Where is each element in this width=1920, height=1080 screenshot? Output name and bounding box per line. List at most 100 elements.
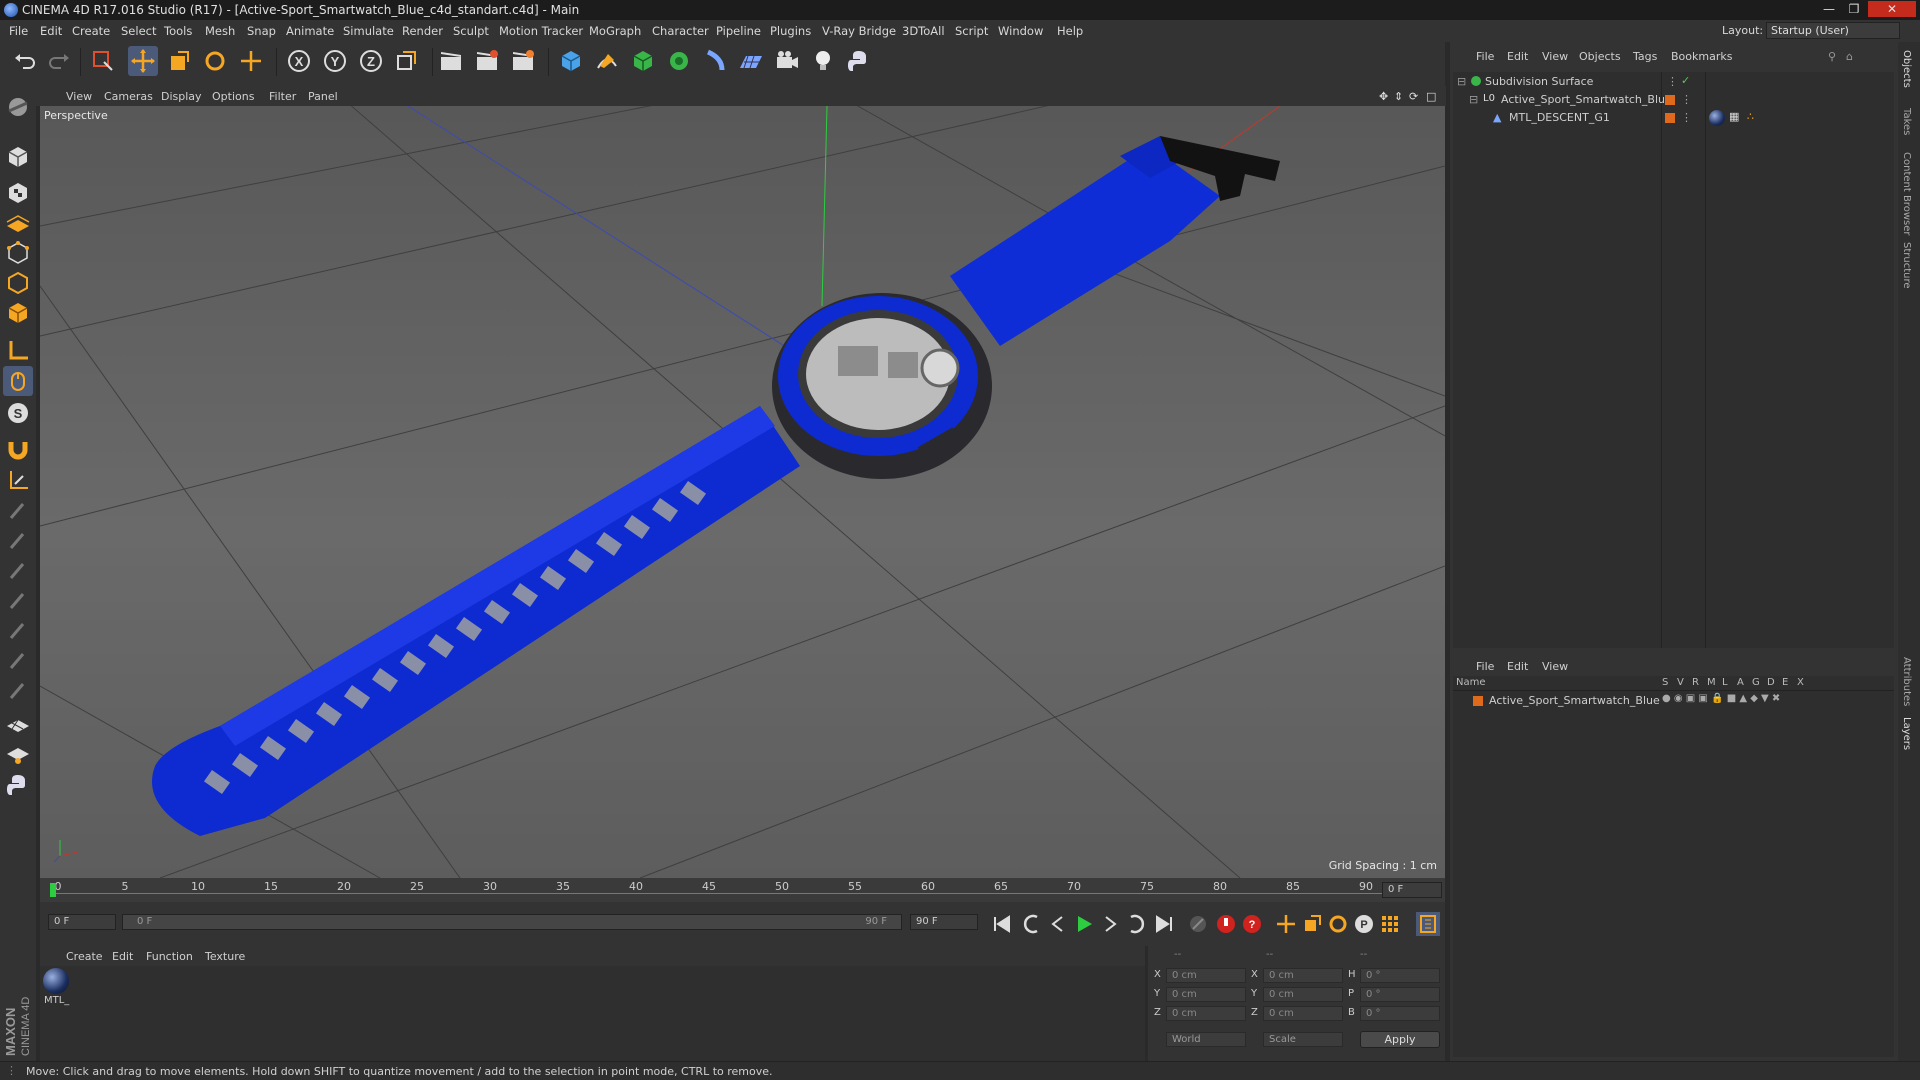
python-script-button[interactable]	[3, 770, 33, 800]
layer-menu-file[interactable]: File	[1476, 660, 1494, 673]
material-menu-edit[interactable]: Edit	[112, 950, 133, 963]
home-icon[interactable]: ⌂	[1846, 50, 1853, 63]
brush-tool-7[interactable]	[3, 676, 33, 706]
size-mode-select[interactable]: Scale	[1263, 1032, 1343, 1047]
render-view-button[interactable]	[436, 46, 466, 76]
viewport-rotate-icon[interactable]: ⟳	[1409, 90, 1418, 103]
material-menu-create[interactable]: Create	[66, 950, 103, 963]
floor-button[interactable]	[736, 46, 766, 76]
menu-create[interactable]: Create	[72, 24, 110, 38]
polygons-mode-button[interactable]	[3, 298, 33, 328]
menu-file[interactable]: File	[9, 24, 28, 38]
subdivision-surface-button[interactable]	[628, 46, 658, 76]
key-rotation-button[interactable]	[1326, 912, 1350, 936]
deformer-button[interactable]	[700, 46, 730, 76]
go-to-start-button[interactable]	[990, 912, 1014, 936]
brush-tool-6[interactable]	[3, 646, 33, 676]
layer-menu-edit[interactable]: Edit	[1507, 660, 1528, 673]
checkmark-icon[interactable]: ✓	[1681, 74, 1690, 87]
key-parameter-button[interactable]: P	[1352, 912, 1376, 936]
layer-color-icon[interactable]	[1473, 696, 1483, 706]
rotation-h-field[interactable]: 0 °	[1360, 968, 1440, 983]
start-frame-field[interactable]: 0 F	[48, 914, 116, 930]
brush-tool-4[interactable]	[3, 586, 33, 616]
record-button[interactable]	[1214, 912, 1238, 936]
object-menu-view[interactable]: View	[1542, 50, 1568, 63]
points-mode-button[interactable]	[3, 238, 33, 268]
menu-vray-bridge[interactable]: V-Ray Bridge	[822, 24, 896, 38]
menu-select[interactable]: Select	[121, 24, 156, 38]
menu-script[interactable]: Script	[955, 24, 988, 38]
axis-mode-button[interactable]	[3, 336, 33, 366]
minimize-icon[interactable]: —	[1818, 1, 1840, 17]
tab-objects[interactable]: Objects	[1901, 50, 1912, 88]
restore-icon[interactable]: ❐	[1843, 1, 1865, 17]
size-x-field[interactable]: 0 cm	[1263, 968, 1343, 983]
position-x-field[interactable]: 0 cm	[1166, 968, 1246, 983]
auto-key-button[interactable]: ?	[1240, 912, 1264, 936]
brush-tool-2[interactable]	[3, 526, 33, 556]
uvw-tag-icon[interactable]: ▦	[1729, 110, 1739, 123]
quantize-button[interactable]	[3, 466, 33, 496]
material-menu-function[interactable]: Function	[146, 950, 193, 963]
size-y-field[interactable]: 0 cm	[1263, 987, 1343, 1002]
menu-tools[interactable]: Tools	[164, 24, 192, 38]
rotate-button[interactable]	[200, 46, 230, 76]
menu-animate[interactable]: Animate	[286, 24, 334, 38]
menu-edit[interactable]: Edit	[40, 24, 62, 38]
viewport-menu-options[interactable]: Options	[212, 90, 254, 103]
layer-color-icon[interactable]	[1665, 113, 1675, 123]
tab-takes[interactable]: Takes	[1901, 108, 1912, 135]
object-menu-file[interactable]: File	[1476, 50, 1494, 63]
viewport-menu-cameras[interactable]: Cameras	[104, 90, 153, 103]
magnet-button[interactable]	[3, 434, 33, 464]
live-selection-button[interactable]	[88, 46, 118, 76]
size-z-field[interactable]: 0 cm	[1263, 1006, 1343, 1021]
layer-toggle-icons[interactable]: ● ◉ ▣ ▣ 🔒 ■ ▲ ◆ ▼ ✖	[1662, 693, 1780, 704]
transform-button[interactable]	[236, 46, 266, 76]
make-editable-button[interactable]	[3, 92, 33, 122]
viewport-menu-view[interactable]: View	[66, 90, 92, 103]
texture-mode-button[interactable]	[3, 178, 33, 208]
object-row[interactable]: ▲ MTL_DESCENT_G1 ⋮ ▦ ∴	[1453, 109, 1894, 127]
model-mode-button[interactable]	[3, 142, 33, 172]
next-frame-button[interactable]	[1098, 912, 1122, 936]
snap-button[interactable]: S	[3, 398, 33, 428]
rotation-b-field[interactable]: 0 °	[1360, 1006, 1440, 1021]
viewport-menu-filter[interactable]: Filter	[269, 90, 296, 103]
menu-window[interactable]: Window	[998, 24, 1043, 38]
object-menu-tags[interactable]: Tags	[1633, 50, 1657, 63]
menu-3dtoall[interactable]: 3DToAll	[902, 24, 945, 38]
play-button[interactable]	[1072, 912, 1096, 936]
playhead-marker[interactable]	[50, 883, 56, 897]
visibility-dots-icon[interactable]: ⋮	[1681, 111, 1692, 124]
menu-simulate[interactable]: Simulate	[343, 24, 394, 38]
undo-button[interactable]	[10, 46, 40, 76]
z-axis-button[interactable]: Z	[356, 46, 386, 76]
tab-layers[interactable]: Layers	[1901, 717, 1912, 750]
coordinate-system-button[interactable]	[392, 46, 422, 76]
position-z-field[interactable]: 0 cm	[1166, 1006, 1246, 1021]
previous-frame-button[interactable]	[1046, 912, 1070, 936]
grid-lock-button[interactable]	[3, 708, 33, 738]
material-swatch[interactable]: MTL_	[43, 968, 69, 1008]
timeline-ruler[interactable]: 0 5 10 15 20 25 30 35 40 45 50 55 60 65 …	[40, 878, 1445, 902]
phong-tag-icon[interactable]: ∴	[1747, 110, 1754, 123]
timeline-layout-button[interactable]	[1416, 912, 1440, 936]
menu-sculpt[interactable]: Sculpt	[453, 24, 489, 38]
move-button[interactable]	[128, 46, 158, 76]
object-menu-bookmarks[interactable]: Bookmarks	[1671, 50, 1732, 63]
spline-pen-button[interactable]	[592, 46, 622, 76]
edges-mode-button[interactable]	[3, 268, 33, 298]
brush-tool-3[interactable]	[3, 556, 33, 586]
tweak-mode-button[interactable]	[3, 366, 33, 396]
brush-tool-5[interactable]	[3, 616, 33, 646]
layer-row[interactable]: Active_Sport_Smartwatch_Blue ● ◉ ▣ ▣ 🔒 ■…	[1453, 692, 1894, 710]
rotation-p-field[interactable]: 0 °	[1360, 987, 1440, 1002]
menu-plugins[interactable]: Plugins	[770, 24, 811, 38]
collapse-icon[interactable]: ⊟	[1457, 75, 1466, 88]
visibility-dots-icon[interactable]: ⋮	[1681, 93, 1692, 106]
previous-key-button[interactable]	[1020, 912, 1044, 936]
viewport-menu-display[interactable]: Display	[161, 90, 202, 103]
light-button[interactable]	[808, 46, 838, 76]
